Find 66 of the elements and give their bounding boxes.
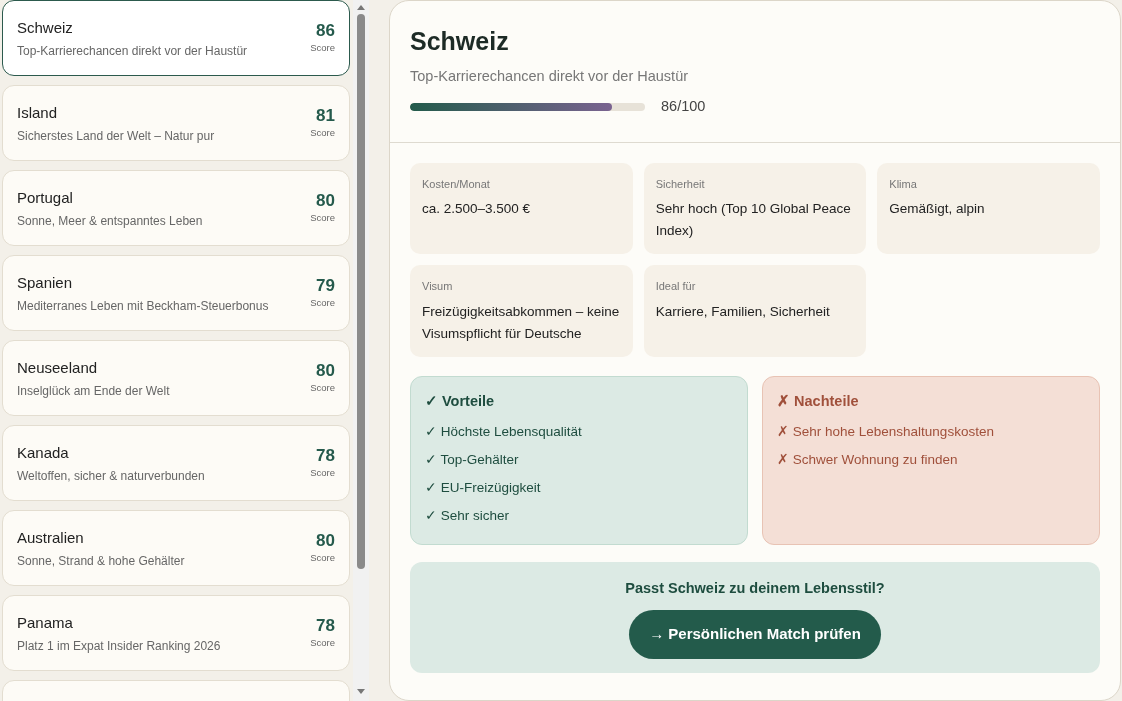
- country-tagline: Sonne, Meer & entspanntes Leben: [17, 213, 203, 230]
- con-item: ✗ Schwer Wohnung zu finden: [777, 451, 959, 470]
- scroll-down-icon[interactable]: [357, 689, 365, 695]
- country-tagline: Sonne, Strand & hohe Gehälter: [17, 553, 185, 570]
- country-card[interactable]: Panama Platz 1 im Expat Insider Ranking 2026 78 Score: [2, 595, 350, 671]
- score-label: Score: [310, 126, 335, 140]
- country-name: Panama: [17, 613, 74, 633]
- score-label: Score: [310, 381, 335, 395]
- score-value: 78: [315, 615, 335, 636]
- country-subtitle: Top-Karrierechancen direkt vor der Haustür: [410, 67, 690, 86]
- pro-item: ✓ Höchste Lebensqualität: [425, 423, 583, 442]
- country-card[interactable]: Schweiz Top-Karrierechancen direkt vor der Haustür 86 Score: [2, 0, 350, 76]
- fact-label: Sicherheit: [655, 176, 706, 192]
- pro-item: ✓ Top-Gehälter: [425, 451, 520, 470]
- country-name: Kanada: [17, 443, 70, 463]
- pro-item: ✓ Sehr sicher: [425, 507, 511, 526]
- country-name: Spanien: [17, 273, 74, 293]
- fact-label: Visum: [422, 279, 454, 294]
- country-tagline: Top-Karrierechancen direkt vor der Haustür: [17, 43, 248, 60]
- scroll-up-icon[interactable]: [357, 4, 365, 10]
- fact-label: Kosten/Monat: [422, 176, 491, 192]
- score-text: 86/100: [661, 96, 706, 116]
- score-value: 80: [315, 190, 335, 211]
- score-value: 78: [315, 445, 335, 466]
- cons-heading: ✗ Nachteile: [777, 391, 860, 411]
- country-tagline: Inselglück am Ende der Welt: [17, 383, 170, 400]
- country-tagline: Mediterranes Leben mit Beckham-Steuerbonus: [17, 298, 269, 315]
- score-label: Score: [310, 551, 335, 565]
- country-name: Island: [17, 103, 59, 123]
- con-item: ✗ Sehr hohe Lebenshaltungskosten: [777, 423, 995, 442]
- scrollbar[interactable]: [353, 0, 369, 701]
- country-name: Australien: [17, 528, 85, 548]
- country-card[interactable]: Portugal Sonne, Meer & entspanntes Leben 80 Score: [2, 170, 350, 246]
- score-value: 86: [315, 20, 335, 41]
- score-label: Score: [310, 636, 335, 650]
- match-button[interactable]: → Persönlichen Match prüfen: [629, 610, 881, 659]
- fact-value: Karriere, Familien, Sicherheit: [655, 302, 831, 321]
- score-label: Score: [310, 211, 335, 225]
- fact-value: Sehr hoch (Top 10 Global Peace Index): [655, 200, 852, 240]
- pro-item: ✓ EU-Freizügigkeit: [425, 479, 542, 498]
- country-card[interactable]: Australien Sonne, Strand & hohe Gehälter 80 Score: [2, 510, 350, 586]
- score-value: 80: [315, 360, 335, 381]
- country-name: Neuseeland: [17, 358, 99, 378]
- fact-value: Freizügigkeitsabkommen – keine Visumspflicht für Deutsche: [422, 302, 621, 343]
- fact-label: Klima: [889, 176, 918, 192]
- fact-value: Gemäßigt, alpin: [889, 200, 986, 218]
- score-value: 79: [315, 275, 335, 296]
- country-name: Portugal: [17, 188, 74, 208]
- country-card[interactable]: Spanien Mediterranes Leben mit Beckham-Steuerbonus 79 Score: [2, 255, 350, 331]
- country-tagline: Weltoffen, sicher & naturverbunden: [17, 468, 205, 485]
- score-label: Score: [310, 466, 335, 480]
- score-value: 81: [315, 105, 335, 126]
- country-tagline: Platz 1 im Expat Insider Ranking 2026: [17, 638, 221, 655]
- country-card[interactable]: Neuseeland Inselglück am Ende der Welt 80 Score: [2, 340, 350, 416]
- fact-value: ca. 2.500–3.500 €: [422, 200, 532, 218]
- country-card[interactable]: Kanada Weltoffen, sicher & naturverbunden 78 Score: [2, 425, 350, 501]
- country-title: Schweiz: [410, 26, 510, 56]
- pros-heading: ✓ Vorteile: [425, 391, 496, 411]
- cta-question: Passt Schweiz zu deinem Lebensstil?: [624, 579, 886, 599]
- fact-label: Ideal für: [655, 279, 697, 294]
- score-label: Score: [310, 41, 335, 55]
- country-name: Schweiz: [17, 18, 74, 38]
- country-tagline: Sicherstes Land der Welt – Natur pur: [17, 128, 215, 145]
- score-label: Score: [310, 296, 335, 310]
- score-value: 80: [315, 530, 335, 551]
- country-card[interactable]: Island Sicherstes Land der Welt – Natur pur 81 Score: [2, 85, 350, 161]
